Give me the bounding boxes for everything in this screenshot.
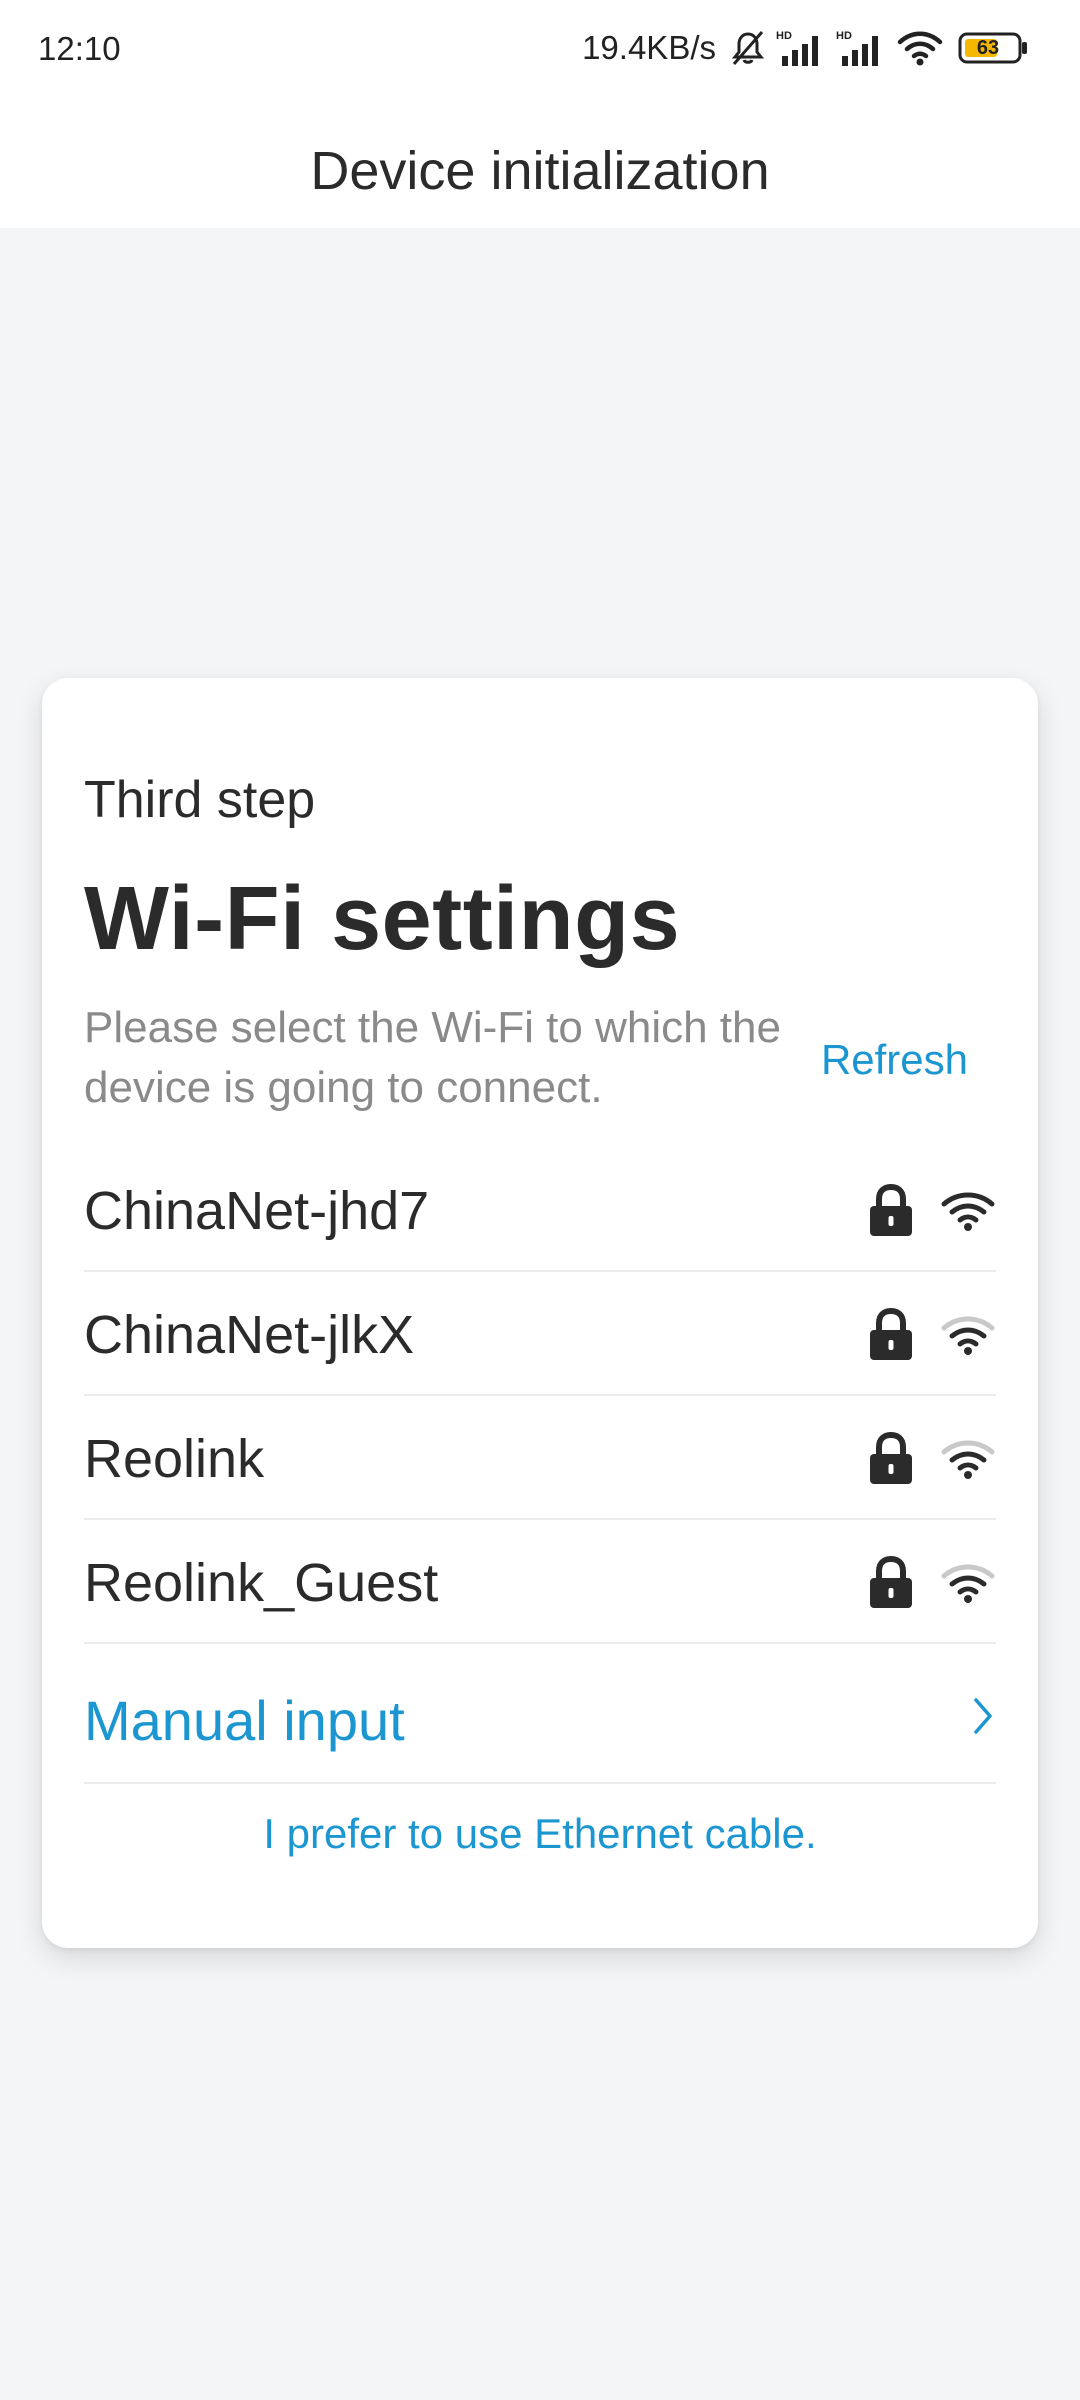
refresh-button[interactable]: Refresh [821,1036,968,1084]
lock-icon [870,1432,912,1484]
svg-text:HD: HD [776,30,792,42]
wifi-network-item[interactable]: ChinaNet-jhd7 [84,1148,996,1272]
step-label: Third step [84,771,316,829]
wifi-list: ChinaNet-jhd7 ChinaNet-jlkX Reolink Reol… [84,1148,996,1784]
wifi-network-name: ChinaNet-jlkX [84,1305,415,1365]
status-bar: 12:10 19.4KB/s HD HD 63 [0,0,1080,96]
manual-input-label: Manual input [84,1689,405,1752]
mute-icon [731,31,765,65]
wifi-icon [897,31,943,66]
card-title: Wi-Fi settings [84,869,681,969]
card-description: Please select the Wi-Fi to which the dev… [84,1003,781,1112]
wifi-signal-medium-icon [941,1564,995,1603]
status-time: 12:10 [38,30,121,67]
wifi-network-name: ChinaNet-jhd7 [84,1181,430,1241]
app-header: Device initialization [0,96,1080,228]
wifi-network-item[interactable]: Reolink [84,1396,996,1520]
wifi-network-item[interactable]: ChinaNet-jlkX [84,1272,996,1396]
wifi-settings-card: Third step Wi-Fi settings Please select … [42,678,1038,1948]
hd-signal-icon: HD [836,30,878,66]
hd-signal-icon: HD [776,30,818,66]
chevron-right-icon [974,1698,992,1734]
lock-icon [870,1556,912,1608]
wifi-signal-medium-icon [941,1440,995,1479]
net-speed: 19.4KB/s [582,29,716,66]
wifi-network-item[interactable]: Reolink_Guest [84,1520,996,1644]
screen: 12:10 19.4KB/s HD HD 63 Device initializ… [0,0,1080,2400]
lock-icon [870,1308,912,1360]
wifi-network-name: Reolink [84,1429,265,1489]
battery-level: 63 [976,37,1000,59]
wifi-signal-medium-icon [941,1316,995,1355]
battery-icon: 63 [958,32,1030,64]
page-title: Device initialization [310,141,770,201]
status-icons: 19.4KB/s HD HD 63 [582,22,1030,74]
lock-icon [870,1184,912,1236]
manual-input-row[interactable]: Manual input [84,1644,996,1784]
svg-text:HD: HD [836,30,852,42]
ethernet-cable-link[interactable]: I prefer to use Ethernet cable. [42,1810,1038,1858]
wifi-signal-full-icon [941,1192,995,1231]
wifi-network-name: Reolink_Guest [84,1553,439,1613]
